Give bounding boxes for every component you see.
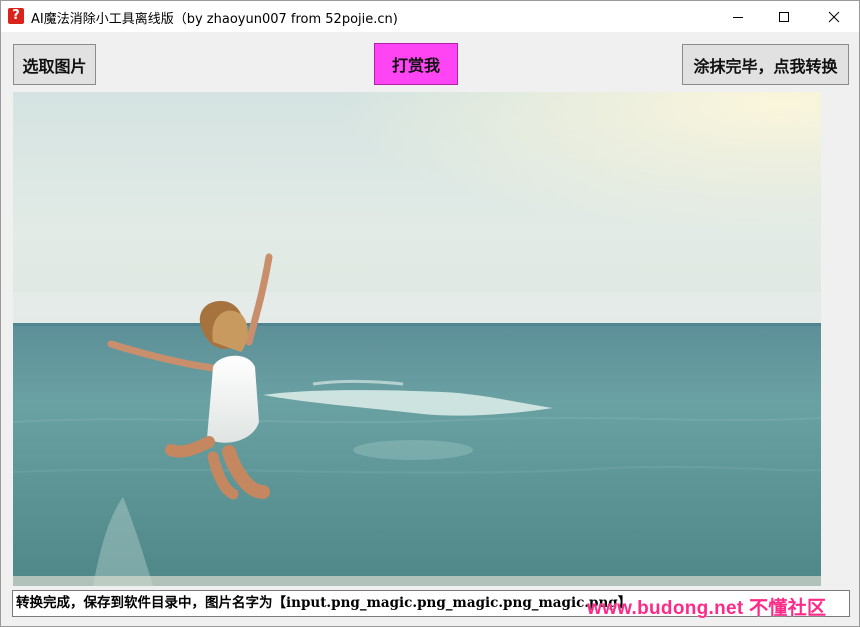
beach-photo[interactable] [13, 92, 821, 586]
maximize-icon [779, 11, 789, 22]
minimize-icon [733, 16, 743, 18]
tip-button[interactable]: 打赏我 [374, 43, 458, 85]
close-button[interactable] [811, 1, 857, 32]
image-canvas[interactable] [13, 92, 821, 586]
watermark-text: www.budong.net 不懂社区 [587, 598, 827, 619]
window-title: AI魔法消除小工具离线版（by zhaoyun007 from 52pojie.… [31, 12, 398, 27]
pick-image-button[interactable]: 选取图片 [13, 44, 96, 85]
app-question-icon: ? [8, 8, 24, 24]
maximize-button[interactable] [761, 1, 807, 32]
app-window: ? AI魔法消除小工具离线版（by zhaoyun007 from 52poji… [0, 0, 860, 627]
close-icon [828, 11, 840, 22]
minimize-button[interactable] [715, 1, 761, 32]
title-bar: ? AI魔法消除小工具离线版（by zhaoyun007 from 52poji… [1, 1, 859, 32]
convert-button[interactable]: 涂抹完毕，点我转换 [682, 44, 849, 85]
